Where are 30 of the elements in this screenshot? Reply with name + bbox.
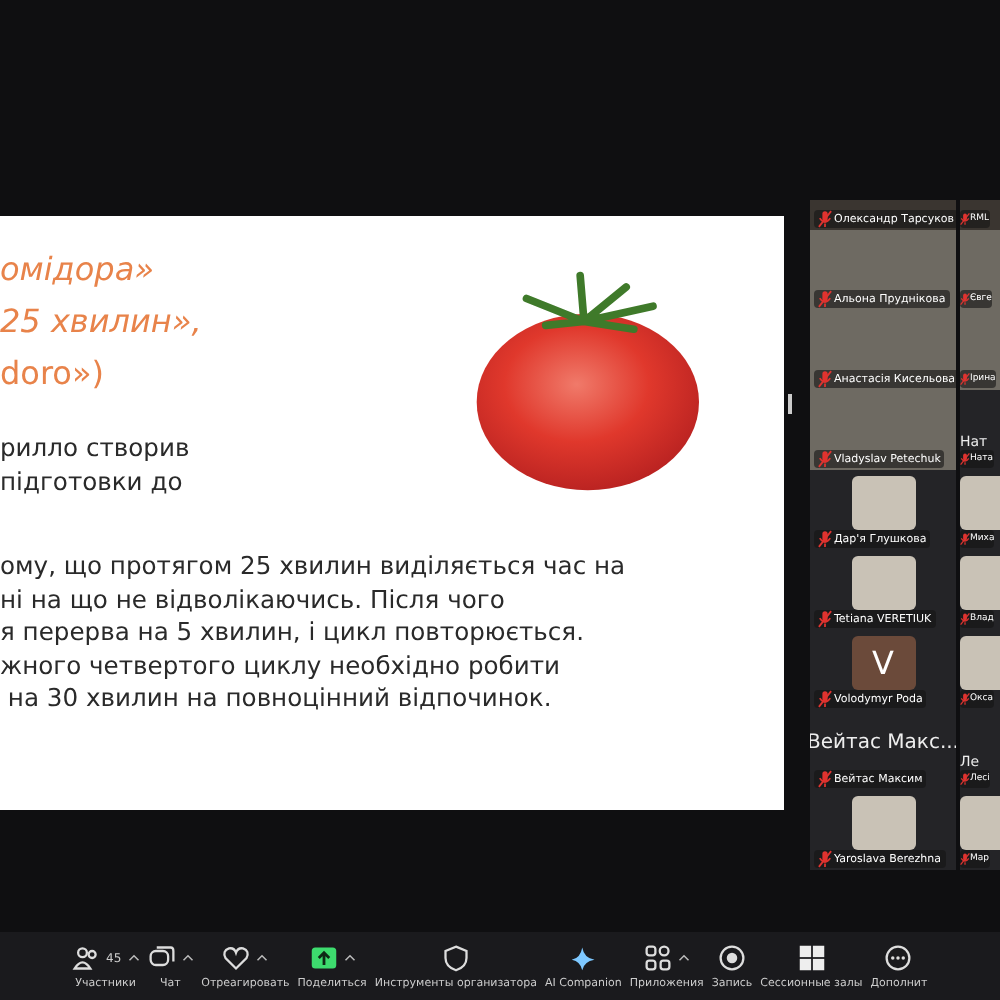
- slide-text-line: на 30 хвилин на повноцінний відпочинок.: [5, 682, 554, 715]
- photo-placeholder: [851, 795, 915, 849]
- apps-icon: [643, 944, 672, 972]
- photo-placeholder: [851, 555, 915, 609]
- slide-text-line: ому, що протягом 25 хвилин виділяється час на: [0, 550, 628, 583]
- resize-handle[interactable]: [788, 394, 792, 414]
- shield-icon: [441, 944, 470, 972]
- caret-icon[interactable]: [256, 954, 269, 962]
- slide-title-line: 25 хвилин»,: [0, 300, 204, 344]
- caret-icon[interactable]: [181, 954, 194, 962]
- record-icon: [718, 944, 746, 972]
- chat-icon: [147, 944, 176, 972]
- slide-title-line: doro»): [0, 352, 106, 396]
- slide-text-line: рилло створив: [0, 432, 192, 465]
- slide-title-line: омідора»: [0, 248, 156, 292]
- share-icon: [309, 944, 338, 972]
- slide-text-line: жного четвертого циклу необхідно робити: [0, 649, 563, 682]
- slide-text-line: ні на що не відволікаючись. Після чого: [0, 583, 507, 616]
- photo-placeholder: [851, 475, 915, 529]
- slide-text-line: я перерва на 5 хвилин, і цикл повторюється.: [0, 616, 586, 649]
- heart-icon: [222, 944, 251, 972]
- caret-icon[interactable]: [127, 954, 140, 962]
- grid-icon: [797, 944, 826, 972]
- more-icon: [884, 944, 913, 972]
- caret-icon[interactable]: [677, 954, 690, 962]
- caret-icon[interactable]: [343, 954, 356, 962]
- sparkle-icon: [569, 944, 598, 972]
- slide-text-line: підготовки до: [0, 465, 185, 498]
- avatar-letter: V: [851, 635, 915, 689]
- people-icon: [72, 944, 100, 972]
